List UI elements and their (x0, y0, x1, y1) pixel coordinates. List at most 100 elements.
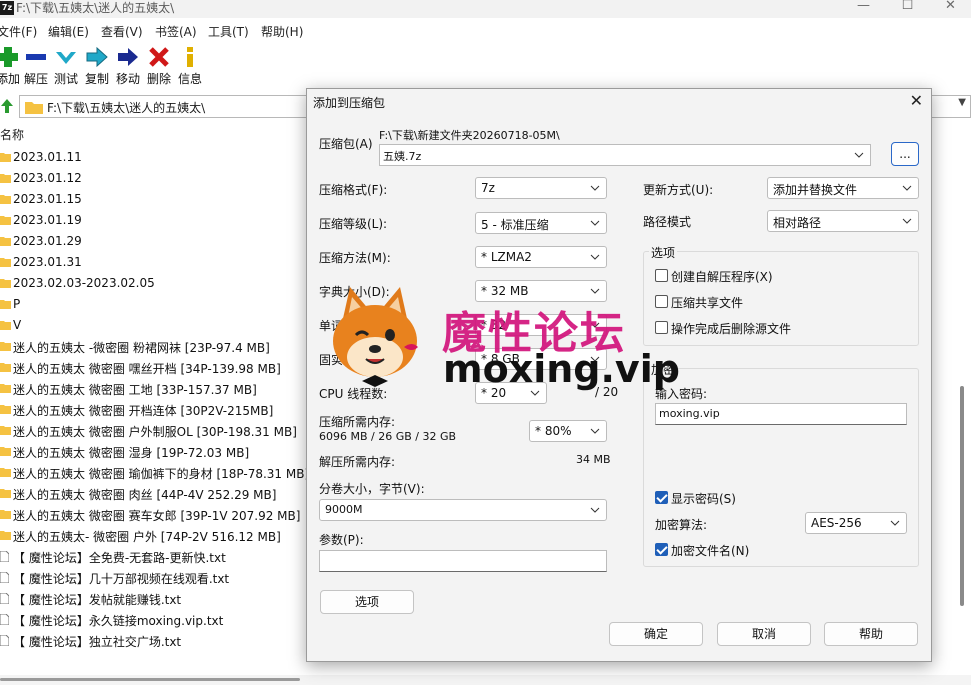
shared-checkbox[interactable] (655, 295, 668, 308)
format-select[interactable]: 7z (475, 177, 607, 199)
info-icon (187, 47, 193, 67)
sfx-label: 创建自解压程序(X) (671, 270, 773, 284)
params-input[interactable] (319, 550, 607, 572)
folder-row[interactable]: P (0, 294, 320, 314)
folder-name: 迷人的五姨太 微密圈 工地 [33P-157.37 MB] (13, 383, 257, 397)
sfx-checkbox[interactable] (655, 269, 668, 282)
browse-button[interactable]: ... (891, 142, 919, 166)
folder-row[interactable]: 2023.01.29 (0, 231, 320, 251)
folder-icon (0, 216, 11, 225)
folder-name: 迷人的五姨太 微密圈 肉丝 [44P-4V 252.29 MB] (13, 488, 277, 502)
menu-bookmarks[interactable]: 书签(A) (155, 23, 197, 40)
folder-row[interactable]: 2023.02.03-2023.02.05 (0, 273, 320, 293)
volume-select[interactable]: 9000M (319, 499, 607, 521)
help-button[interactable]: 帮助 (824, 622, 918, 646)
title-bar: 7z F:\下载\五姨太\迷人的五姨太\ — ☐ ✕ (0, 0, 971, 18)
text-file-icon (0, 593, 9, 604)
info-button[interactable]: 信息 (174, 46, 206, 90)
folder-name: V (13, 318, 22, 332)
mem-percent-select[interactable]: * 80% (529, 420, 607, 442)
cancel-button[interactable]: 取消 (717, 622, 811, 646)
level-select[interactable]: 5 - 标准压缩 (475, 212, 607, 234)
menu-view[interactable]: 查看(V) (101, 23, 143, 40)
archive-name-input[interactable]: 五姨.7z (379, 144, 871, 166)
delete-button[interactable]: 删除 (143, 46, 175, 90)
level-label: 压缩等级(L): (319, 217, 388, 231)
folder-row[interactable]: 迷人的五姨太 微密圈 赛车女郎 [39P-1V 207.92 MB] (0, 504, 320, 524)
enc-method-select[interactable]: AES-256 (805, 512, 907, 534)
folder-icon (0, 300, 11, 309)
chevron-down-icon[interactable]: ▼ (958, 97, 966, 108)
vertical-scrollbar[interactable] (960, 386, 964, 606)
window-title: F:\下载\五姨太\迷人的五姨太\ (16, 1, 175, 15)
folder-row[interactable]: 迷人的五姨太 微密圈 工地 [33P-157.37 MB] (0, 378, 320, 398)
folder-row[interactable]: 迷人的五姨太 微密圈 开档连体 [30P2V-215MB] (0, 399, 320, 419)
folder-row[interactable]: 2023.01.12 (0, 168, 320, 188)
file-row[interactable]: 【 魔性论坛】全免费-无套路-更新快.txt (0, 546, 320, 566)
close-button[interactable]: ✕ (928, 0, 971, 16)
folder-icon (25, 102, 43, 114)
scroll-thumb[interactable] (0, 678, 300, 681)
chevron-down-icon (590, 185, 600, 191)
minus-icon (26, 54, 46, 60)
app-icon: 7z (0, 1, 14, 15)
chevron-down-icon (590, 220, 600, 226)
password-input[interactable]: moxing.vip (655, 403, 907, 425)
folder-row[interactable]: 迷人的五姨太- 微密圈 户外 [74P-2V 516.12 MB] (0, 525, 320, 545)
text-file-icon (0, 614, 9, 625)
menu-edit[interactable]: 编辑(E) (48, 23, 89, 40)
folder-row[interactable]: V (0, 315, 320, 335)
folder-icon (0, 258, 11, 267)
menu-file[interactable]: 文件(F) (0, 23, 37, 40)
encrypt-names-checkbox[interactable] (655, 543, 668, 556)
extract-button[interactable]: 解压 (20, 46, 52, 90)
file-row[interactable]: 【 魔性论坛】发帖就能赚钱.txt (0, 588, 320, 608)
folder-row[interactable]: 2023.01.31 (0, 252, 320, 272)
chevron-down-icon (590, 428, 600, 434)
file-row[interactable]: 【 魔性论坛】独立社交广场.txt (0, 630, 320, 650)
volume-label: 分卷大小，字节(V): (319, 482, 425, 496)
toolbar: 添加 解压 测试 复制 移动 删除 信息 (0, 44, 971, 90)
file-row[interactable]: 【 魔性论坛】永久链接moxing.vip.txt (0, 609, 320, 629)
folder-row[interactable]: 2023.01.15 (0, 189, 320, 209)
folder-name: 2023.01.31 (13, 255, 82, 269)
menu-help[interactable]: 帮助(H) (261, 23, 303, 40)
move-button[interactable]: 移动 (112, 46, 144, 90)
options-button[interactable]: 选项 (320, 590, 414, 614)
folder-icon (0, 426, 11, 435)
dialog-close-button[interactable]: ✕ (910, 91, 923, 110)
column-header-name[interactable]: 名称 (0, 126, 24, 143)
folder-row[interactable]: 迷人的五姨太 微密圈 嘿丝开档 [34P-139.98 MB] (0, 357, 320, 377)
up-folder-icon[interactable] (0, 98, 14, 114)
text-file-icon (0, 635, 9, 646)
file-row[interactable]: 【 魔性论坛】几十万部视频在线观看.txt (0, 567, 320, 587)
params-label: 参数(P): (319, 533, 364, 547)
move-label: 移动 (115, 72, 140, 86)
menu-tools[interactable]: 工具(T) (208, 23, 249, 40)
show-password-checkbox[interactable] (655, 491, 668, 504)
path-mode-select[interactable]: 相对路径 (767, 210, 919, 232)
move-arrow-icon (118, 48, 138, 66)
update-select[interactable]: 添加并替换文件 (767, 177, 919, 199)
folder-row[interactable]: 迷人的五姨太 微密圈 户外制服OL [30P-198.31 MB] (0, 420, 320, 440)
test-button[interactable]: 测试 (50, 46, 82, 90)
maximize-button[interactable]: ☐ (885, 0, 930, 16)
folder-row[interactable]: 迷人的五姨太 -微密圈 粉裙网袜 [23P-97.4 MB] (0, 336, 320, 356)
folder-row[interactable]: 迷人的五姨太 微密圈 肉丝 [44P-4V 252.29 MB] (0, 483, 320, 503)
file-name: 【 魔性论坛】全免费-无套路-更新快.txt (13, 551, 226, 565)
chevron-down-icon (890, 520, 900, 526)
test-label: 测试 (53, 72, 78, 86)
minimize-button[interactable]: — (841, 0, 886, 16)
folder-row[interactable]: 迷人的五姨太 微密圈 湿身 [19P-72.03 MB] (0, 441, 320, 461)
copy-button[interactable]: 复制 (81, 46, 113, 90)
ok-button[interactable]: 确定 (609, 622, 703, 646)
delete-after-checkbox[interactable] (655, 321, 668, 334)
method-select[interactable]: * LZMA2 (475, 246, 607, 268)
chevron-down-icon[interactable] (854, 151, 864, 159)
horizontal-scrollbar[interactable] (0, 675, 971, 685)
file-list: 名称 2023.01.11 2023.01.12 2023.01.15 2023.01… (0, 124, 320, 664)
folder-row[interactable]: 2023.01.11 (0, 147, 320, 167)
folder-row[interactable]: 迷人的五姨太 微密圈 瑜伽裤下的身材 [18P-78.31 MB] (0, 462, 320, 482)
folder-row[interactable]: 2023.01.19 (0, 210, 320, 230)
archive-label: 压缩包(A) (319, 137, 373, 151)
